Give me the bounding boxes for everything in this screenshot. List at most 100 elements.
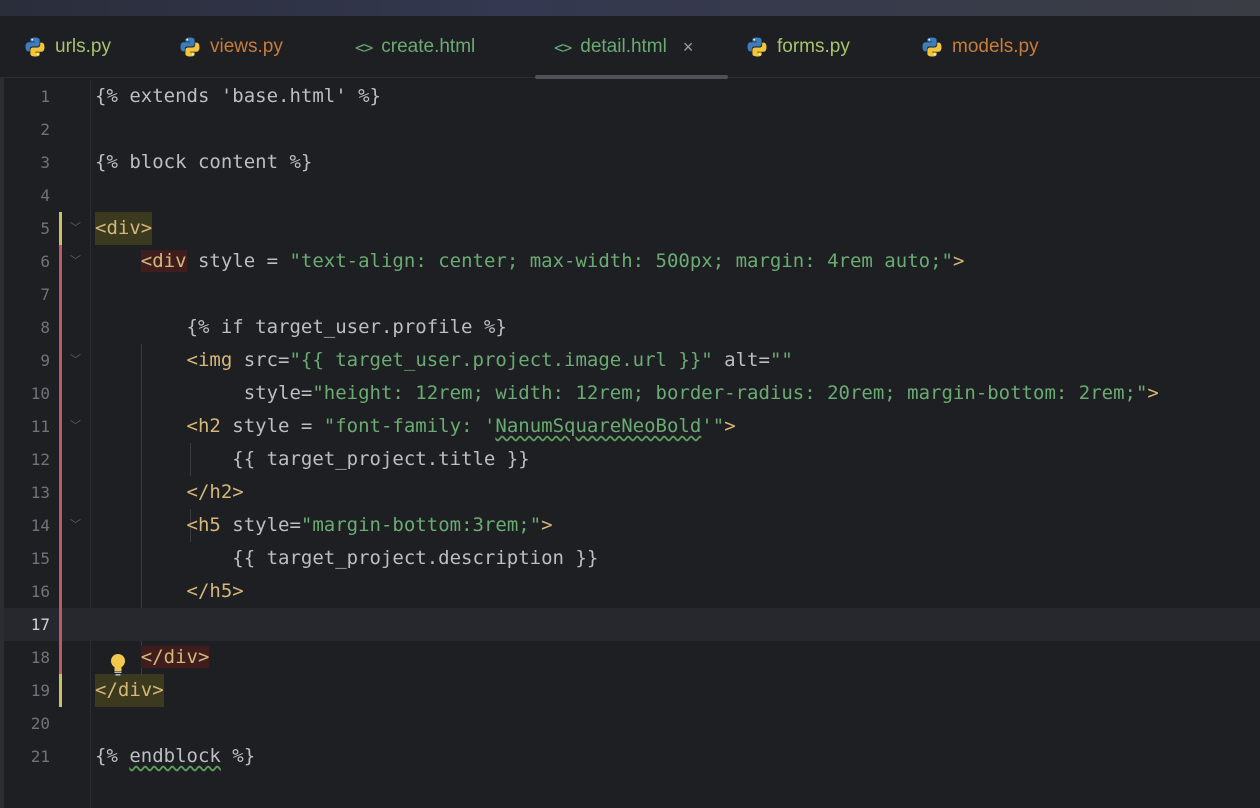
tab-label: models.py: [952, 36, 1039, 57]
code-line[interactable]: 3 {% block content %}: [4, 146, 1260, 179]
line-number: 21: [30, 747, 50, 766]
tab-forms-py[interactable]: forms.py: [746, 16, 850, 78]
code-text: {{ target_project.title }}: [95, 448, 530, 470]
code-line-current[interactable]: 17: [4, 608, 1260, 641]
fold-arrow-icon[interactable]: ﹀: [70, 509, 81, 542]
window-title-strip: [0, 0, 1260, 16]
tab-views-py[interactable]: views.py: [179, 16, 283, 78]
code-text: </div>: [95, 674, 164, 707]
lightbulb-icon[interactable]: [108, 652, 128, 678]
code-text: </h5>: [95, 580, 244, 602]
code-text: {% endblock %}: [95, 745, 256, 767]
code-text: style="height: 12rem; width: 12rem; bord…: [95, 382, 1159, 404]
code-line[interactable]: 21 {% endblock %}: [4, 740, 1260, 773]
line-number: 5: [40, 219, 50, 238]
line-number: 16: [30, 582, 50, 601]
code-line[interactable]: 15 {{ target_project.description }}: [4, 542, 1260, 575]
tab-label: create.html: [381, 36, 476, 57]
code-text: {% if target_user.profile %}: [95, 316, 507, 338]
code-text: </h2>: [95, 481, 244, 503]
tab-models-py[interactable]: models.py: [921, 16, 1039, 78]
line-number: 19: [30, 681, 50, 700]
code-line[interactable]: 4: [4, 179, 1260, 212]
code-line[interactable]: 13 </h2>: [4, 476, 1260, 509]
change-marker: [59, 542, 62, 575]
line-number: 14: [30, 516, 50, 535]
code-text: <div style = "text-align: center; max-wi…: [140, 250, 965, 272]
line-number: 4: [40, 186, 50, 205]
code-line[interactable]: 2: [4, 113, 1260, 146]
code-line[interactable]: 8 {% if target_user.profile %}: [4, 311, 1260, 344]
code-text: <h5 style="margin-bottom:3rem;">: [186, 514, 553, 536]
code-line[interactable]: 1 {% extends 'base.html' %}: [4, 80, 1260, 113]
code-line[interactable]: 20: [4, 707, 1260, 740]
code-line[interactable]: 14 ﹀ <h5 style="margin-bottom:3rem;">: [4, 509, 1260, 542]
line-number: 2: [40, 120, 50, 139]
change-marker: [59, 641, 62, 674]
html-file-icon: <>: [554, 37, 572, 57]
line-number: 3: [40, 153, 50, 172]
change-marker: [59, 509, 62, 542]
fold-arrow-icon[interactable]: ﹀: [70, 344, 81, 377]
tab-label: urls.py: [55, 36, 111, 57]
python-file-icon: [179, 36, 201, 58]
line-number: 8: [40, 318, 50, 337]
tab-label: forms.py: [777, 36, 850, 57]
code-line[interactable]: 11 ﹀ <h2 style = "font-family: 'NanumSqu…: [4, 410, 1260, 443]
line-number: 9: [40, 351, 50, 370]
code-line[interactable]: 6 ﹀ <div style = "text-align: center; ma…: [4, 245, 1260, 278]
change-marker: [59, 311, 62, 344]
code-line[interactable]: 10 style="height: 12rem; width: 12rem; b…: [4, 377, 1260, 410]
editor-tab-bar: urls.py views.py <> create.html <> detai…: [0, 16, 1260, 79]
code-line[interactable]: 16 </h5>: [4, 575, 1260, 608]
fold-arrow-icon[interactable]: ﹀: [70, 212, 81, 245]
python-file-icon: [921, 36, 943, 58]
change-marker: [59, 476, 62, 509]
change-marker: [59, 344, 62, 377]
line-number: 7: [40, 285, 50, 304]
html-file-icon: <>: [355, 37, 373, 57]
line-number: 15: [30, 549, 50, 568]
code-line[interactable]: 19 </div>: [4, 674, 1260, 707]
tab-urls-py[interactable]: urls.py: [24, 16, 111, 78]
code-text: {% extends 'base.html' %}: [95, 85, 381, 107]
line-number: 11: [30, 417, 50, 436]
change-marker: [59, 410, 62, 443]
change-marker: [59, 608, 62, 641]
code-text: {{ target_project.description }}: [95, 547, 599, 569]
code-line[interactable]: 5 ﹀ <div>: [4, 212, 1260, 245]
code-text: <img src="{{ target_user.project.image.u…: [186, 349, 793, 371]
line-number: 18: [30, 648, 50, 667]
code-text: <div>: [95, 212, 153, 245]
line-number: 1: [40, 87, 50, 106]
change-marker: [59, 674, 62, 707]
python-file-icon: [24, 36, 46, 58]
code-text: <h2 style = "font-family: 'NanumSquareNe…: [186, 415, 736, 437]
close-tab-icon[interactable]: ×: [683, 37, 694, 58]
code-line[interactable]: 9 ﹀ <img src="{{ target_user.project.ima…: [4, 344, 1260, 377]
change-marker: [59, 377, 62, 410]
line-number: 12: [30, 450, 50, 469]
fold-arrow-icon[interactable]: ﹀: [70, 245, 81, 278]
code-text: {% block content %}: [95, 151, 313, 173]
tab-label: views.py: [210, 36, 283, 57]
tab-label: detail.html: [580, 36, 667, 57]
line-number: 13: [30, 483, 50, 502]
tab-detail-html[interactable]: <> detail.html ×: [535, 16, 728, 79]
line-number: 20: [30, 714, 50, 733]
code-line[interactable]: 18 </div>: [4, 641, 1260, 674]
change-marker: [59, 443, 62, 476]
python-file-icon: [746, 36, 768, 58]
change-marker: [59, 212, 62, 245]
fold-arrow-icon[interactable]: ﹀: [70, 410, 81, 443]
code-line[interactable]: 12 {{ target_project.title }}: [4, 443, 1260, 476]
code-editor[interactable]: 1 {% extends 'base.html' %} 2 3 {% block…: [4, 80, 1260, 808]
line-number: 6: [40, 252, 50, 271]
change-marker: [59, 245, 62, 278]
change-marker: [59, 278, 62, 311]
tab-create-html[interactable]: <> create.html: [355, 16, 475, 78]
code-line[interactable]: 7: [4, 278, 1260, 311]
change-marker: [59, 575, 62, 608]
line-number: 17: [30, 615, 50, 634]
line-number: 10: [30, 384, 50, 403]
